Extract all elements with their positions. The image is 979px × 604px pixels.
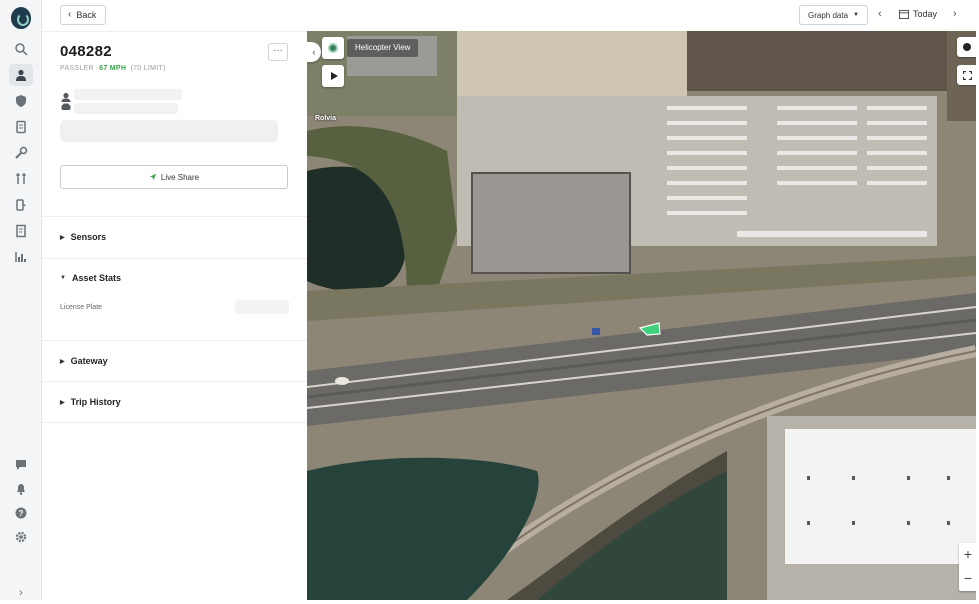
caret-down-icon: ▼ xyxy=(60,275,66,281)
asset-title: 048282 xyxy=(60,43,112,60)
play-icon[interactable] xyxy=(322,65,344,87)
route-icon[interactable] xyxy=(9,168,33,190)
speed-limit: (70 LIMIT) xyxy=(130,65,166,72)
map-layers-button[interactable] xyxy=(957,37,976,57)
gateway-heading: Gateway xyxy=(70,356,108,366)
asset-speed: 67 MPH xyxy=(99,65,127,72)
section-divider xyxy=(42,422,307,423)
trip-history-heading: Trip History xyxy=(70,397,121,407)
redacted-driver-detail xyxy=(74,103,178,114)
fullscreen-button[interactable] xyxy=(957,65,976,85)
camera-icon xyxy=(328,43,338,53)
camera-view-button[interactable] xyxy=(322,37,344,59)
redacted-location xyxy=(60,120,278,142)
asset-stats-heading: Asset Stats xyxy=(71,273,121,283)
driver-icon[interactable] xyxy=(9,64,33,86)
caret-right-icon: ▶ xyxy=(60,399,65,406)
satellite-imagery xyxy=(307,31,976,600)
map-place-label: Rolvia xyxy=(315,115,337,122)
license-plate-label: License Plate xyxy=(60,304,103,311)
caret-right-icon: ▶ xyxy=(60,234,65,241)
more-options-button[interactable]: ··· xyxy=(268,43,288,61)
redacted-driver-name xyxy=(74,89,182,100)
checklist-icon[interactable] xyxy=(9,220,33,242)
graph-data-dropdown[interactable]: Graph data ▼ xyxy=(799,5,868,25)
trip-history-section-toggle[interactable]: ▶ Trip History xyxy=(60,397,121,407)
graph-data-label: Graph data xyxy=(808,10,849,20)
shield-icon[interactable] xyxy=(9,90,33,112)
bell-icon[interactable] xyxy=(9,478,33,500)
asset-status-line: PASSLER 67 MPH (70 LIMIT) xyxy=(60,65,166,72)
zoom-out-button[interactable]: − xyxy=(959,567,976,591)
header-divider xyxy=(42,31,307,32)
sensors-section-toggle[interactable]: ▶ Sensors xyxy=(60,232,106,242)
previous-day-button[interactable]: ‹ xyxy=(878,8,882,20)
live-share-button[interactable]: Live Share xyxy=(60,165,288,189)
settings-icon[interactable] xyxy=(9,526,33,548)
expand-icon[interactable]: › xyxy=(9,582,33,604)
chevron-left-icon: ‹ xyxy=(68,9,72,20)
icon-rail: ? › xyxy=(0,0,42,600)
back-label: Back xyxy=(76,10,97,20)
driver-icon xyxy=(61,92,71,110)
layers-icon xyxy=(963,43,971,51)
chat-icon[interactable] xyxy=(9,454,33,476)
zoom-in-button[interactable]: + xyxy=(959,543,976,567)
document-icon[interactable] xyxy=(9,116,33,138)
zoom-control: + − xyxy=(959,543,976,591)
asset-detail-panel: ‹ Back 048282 ··· PASSLER 67 MPH (70 LIM… xyxy=(42,0,307,600)
navigation-arrow-icon xyxy=(149,173,157,181)
caret-down-icon: ▼ xyxy=(853,12,859,18)
section-divider xyxy=(42,216,307,217)
section-divider xyxy=(42,381,307,382)
reports-icon[interactable] xyxy=(9,246,33,268)
section-divider xyxy=(42,258,307,259)
back-button[interactable]: ‹ Back xyxy=(60,5,107,25)
redacted-license-plate xyxy=(235,300,289,314)
fullscreen-icon xyxy=(962,70,972,80)
date-range-label[interactable]: Today xyxy=(913,9,937,19)
satellite-map[interactable]: Rolvia ‹ Helicopter View + − xyxy=(307,31,976,600)
sensors-heading: Sensors xyxy=(70,232,107,242)
map-toolbar: Graph data ▼ ‹ Today › xyxy=(307,0,979,31)
search-icon[interactable] xyxy=(9,38,33,60)
help-icon[interactable]: ? xyxy=(9,502,33,524)
wrench-icon[interactable] xyxy=(9,142,33,164)
fuel-icon[interactable] xyxy=(9,194,33,216)
asset-stats-section-toggle[interactable]: ▼ Asset Stats xyxy=(60,273,121,283)
helicopter-view-label[interactable]: Helicopter View xyxy=(347,39,419,57)
svg-text:?: ? xyxy=(19,509,24,518)
next-day-button[interactable]: › xyxy=(953,8,957,20)
live-share-label: Live Share xyxy=(160,172,200,182)
asset-type: PASSLER xyxy=(60,65,94,72)
logo-icon[interactable] xyxy=(11,7,31,29)
gateway-section-toggle[interactable]: ▶ Gateway xyxy=(60,356,108,366)
calendar-icon[interactable] xyxy=(899,9,909,19)
caret-right-icon: ▶ xyxy=(60,358,65,365)
section-divider xyxy=(42,340,307,341)
